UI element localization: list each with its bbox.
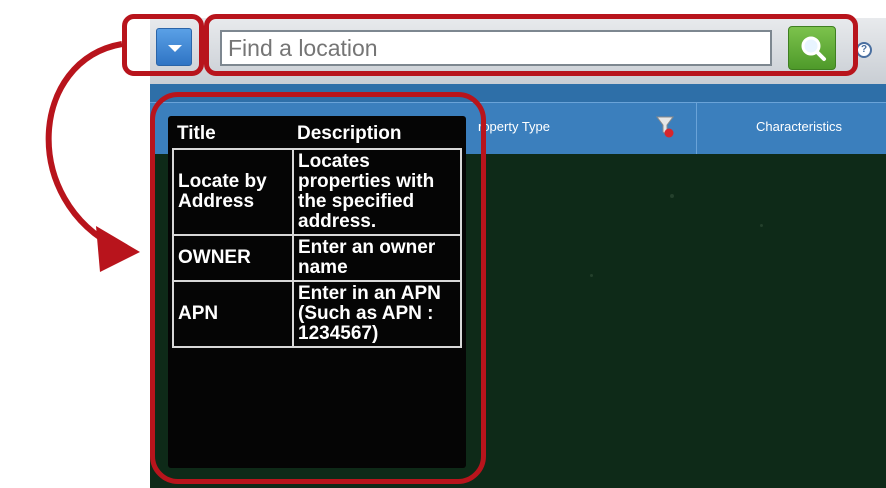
curved-arrow-icon [45,41,140,272]
